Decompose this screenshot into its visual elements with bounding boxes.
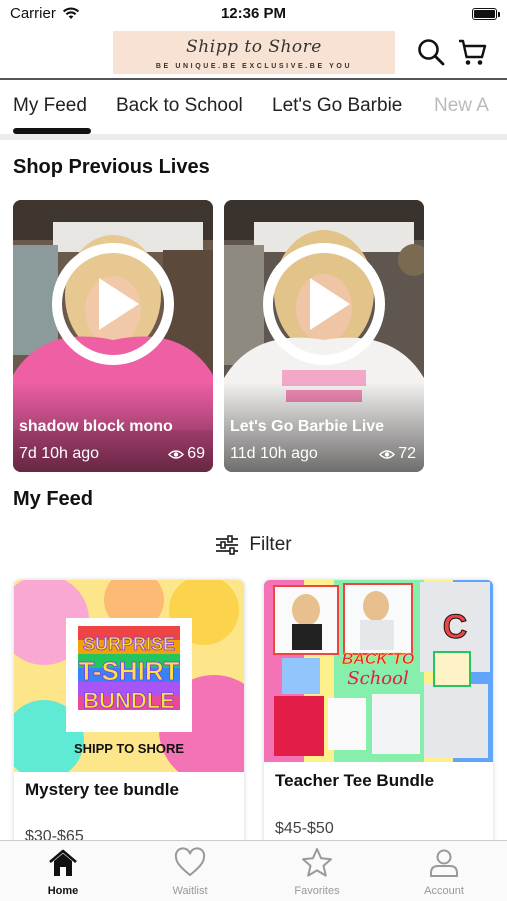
tab-new-arrivals[interactable]: New A [434, 95, 489, 117]
play-icon[interactable] [51, 242, 175, 366]
logo-script: Shipp to Shore [186, 37, 322, 57]
account-icon [430, 849, 458, 877]
home-icon [49, 849, 77, 876]
search-icon[interactable] [416, 37, 446, 67]
product-price: $45-$50 [275, 820, 334, 837]
bottom-tab-bar: Home Waitlist Favorites Account [0, 840, 507, 901]
app-header: Shipp to Shore BE UNIQUE.BE EXCLUSIVE.BE… [0, 28, 507, 78]
my-feed-heading: My Feed [13, 488, 94, 510]
live-views: 72 [379, 445, 416, 463]
heart-icon [174, 847, 206, 877]
product-name: Teacher Tee Bundle [275, 771, 435, 790]
views-count: 69 [187, 445, 205, 462]
live-age: 11d 10h ago [230, 445, 318, 462]
tabbar-home[interactable]: Home [0, 841, 126, 901]
status-bar: Carrier 12:36 PM [0, 0, 507, 28]
product-image: SURPRISE T-SHIRT BUNDLE SHIPP TO SHORE [14, 580, 244, 772]
art-line-1: BACK TO [342, 651, 415, 668]
live-age: 7d 10h ago [19, 445, 100, 462]
tabbar-label: Home [47, 885, 79, 897]
svg-text:C: C [443, 608, 468, 646]
brand-logo[interactable]: Shipp to Shore BE UNIQUE.BE EXCLUSIVE.BE… [113, 31, 395, 74]
cart-icon[interactable] [457, 37, 487, 67]
live-title: Let's Go Barbie Live [230, 418, 385, 435]
art-brand: SHIPP TO SHORE [74, 741, 184, 756]
live-card[interactable]: Let's Go Barbie Live 11d 10h ago 72 [224, 200, 424, 472]
views-count: 72 [398, 445, 416, 462]
previous-lives-heading: Shop Previous Lives [13, 156, 210, 178]
art-line-3: BUNDLE [83, 688, 175, 713]
art-line-2: T-SHIRT [78, 656, 179, 686]
play-icon[interactable] [262, 242, 386, 366]
tabbar-label: Waitlist [172, 885, 208, 897]
tab-back-to-school[interactable]: Back to School [116, 95, 243, 117]
tabbar-waitlist[interactable]: Waitlist [127, 841, 253, 901]
filter-button[interactable]: Filter [215, 534, 292, 556]
eye-icon [379, 449, 396, 459]
tabbar-favorites[interactable]: Favorites [254, 841, 380, 901]
art-line-1: SURPRISE [83, 634, 175, 654]
filter-row: Filter [0, 534, 507, 561]
star-icon [302, 848, 332, 877]
eye-icon [168, 449, 185, 459]
product-name: Mystery tee bundle [25, 780, 179, 799]
tabbar-label: Favorites [294, 885, 340, 897]
tabbar-label: Account [424, 885, 464, 897]
logo-tagline: BE UNIQUE.BE EXCLUSIVE.BE YOU [155, 63, 353, 70]
art-line-2: School [347, 668, 409, 689]
live-card[interactable]: shadow block mono 7d 10h ago 69 [13, 200, 213, 472]
filter-label: Filter [249, 534, 292, 555]
tab-my-feed[interactable]: My Feed [13, 95, 87, 117]
filter-sliders-icon [216, 535, 239, 555]
product-card[interactable]: SURPRISE T-SHIRT BUNDLE SHIPP TO SHORE M… [14, 580, 244, 850]
live-title: shadow block mono [19, 418, 173, 435]
live-views: 69 [168, 445, 205, 463]
header-divider [0, 78, 507, 80]
battery-icon [472, 8, 500, 20]
product-image: C BACK TO School [264, 580, 493, 762]
tabbar-account[interactable]: Account [381, 841, 507, 901]
tab-lets-go-barbie[interactable]: Let's Go Barbie [272, 95, 402, 117]
tabs-divider [0, 134, 507, 140]
product-card[interactable]: C BACK TO School Teacher Tee Bundle $45-… [264, 580, 493, 850]
clock: 12:36 PM [220, 5, 287, 22]
category-tabs: My Feed Back to School Let's Go Barbie N… [0, 82, 507, 134]
